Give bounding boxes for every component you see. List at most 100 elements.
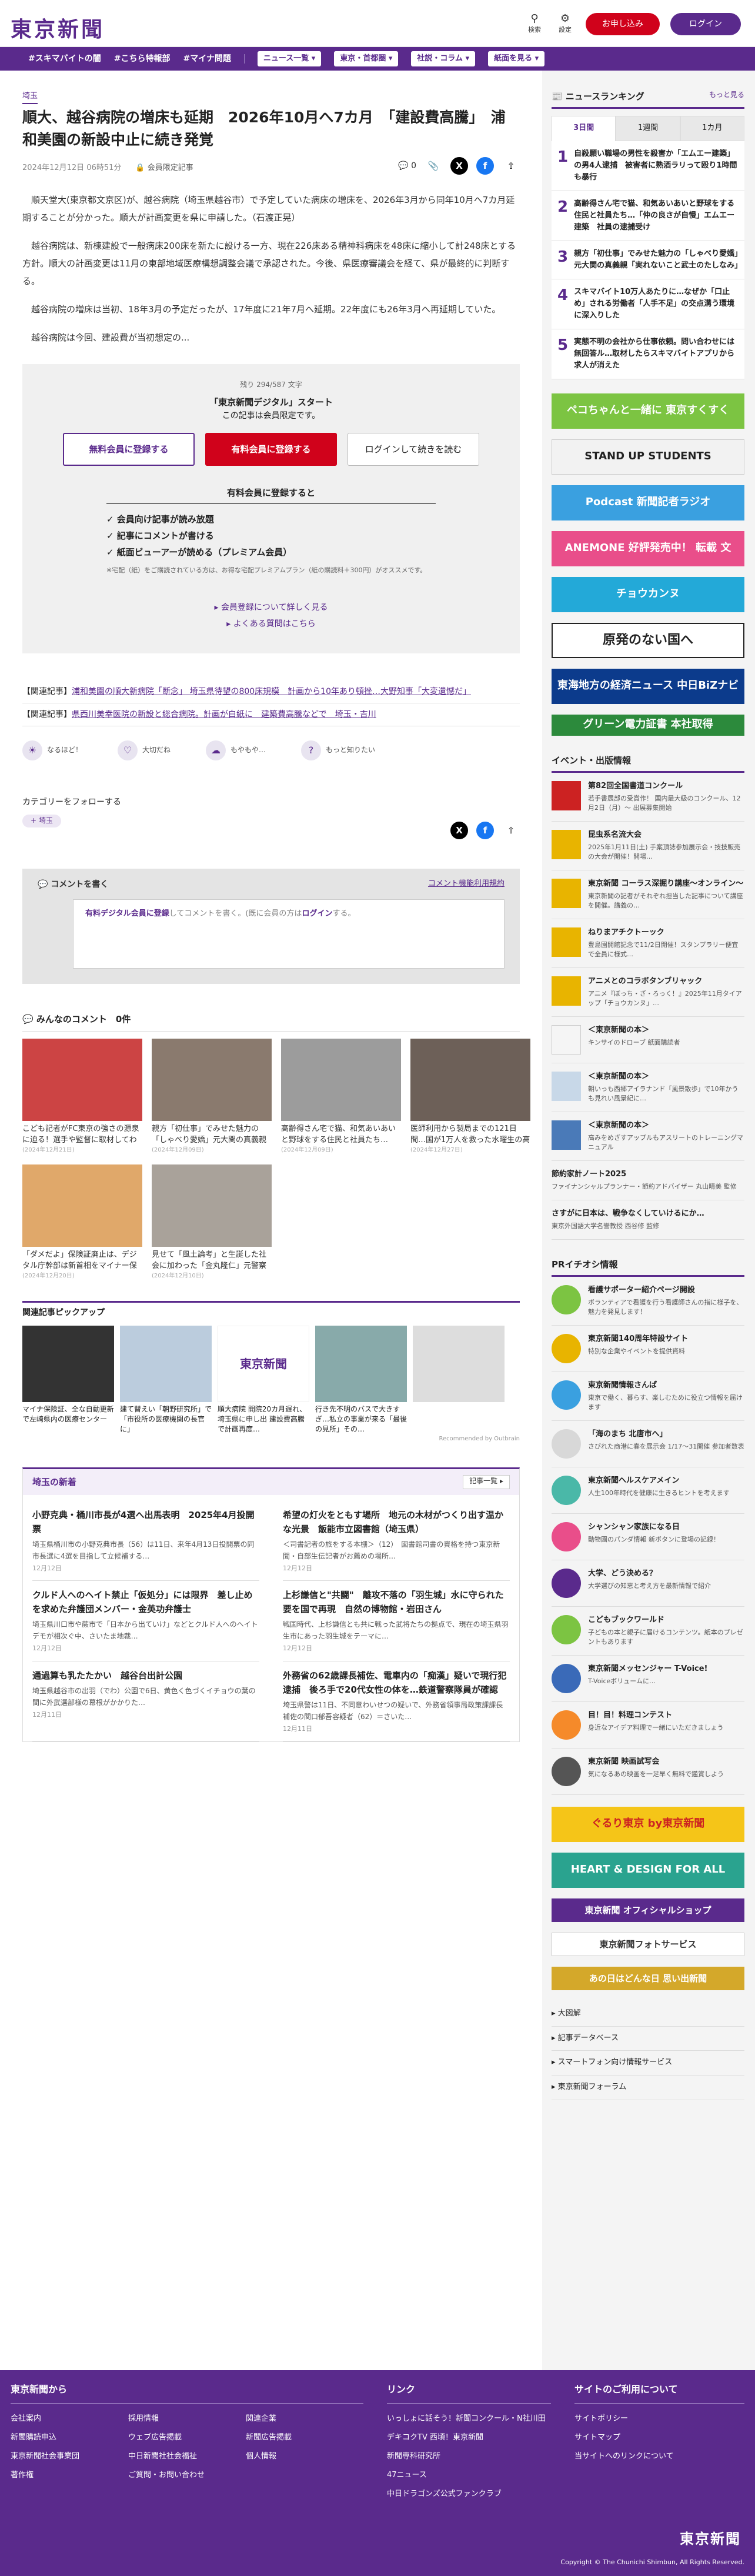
footer-link[interactable]: デキコクTV 西頃！東京新聞 bbox=[387, 2428, 551, 2447]
banner[interactable]: ぐるり東京 by東京新聞 bbox=[552, 1806, 744, 1842]
banner[interactable]: 東京新聞フォトサービス bbox=[552, 1932, 744, 1956]
pr-item[interactable]: シャンシャン家族になる日 動物園のパンダ情報 新ボタンに登場の記録！ bbox=[552, 1514, 744, 1560]
banner[interactable]: STAND UP STUDENTS bbox=[552, 439, 744, 475]
reaction-button[interactable]: ♡ 大切だね bbox=[118, 740, 171, 760]
x-share-icon[interactable]: X bbox=[450, 821, 468, 839]
nav-dropdown[interactable]: 東京・首都圏 ▾ bbox=[334, 51, 399, 66]
facebook-share-icon[interactable]: f bbox=[476, 156, 494, 175]
footer-link[interactable]: 東京新聞社会事業団 bbox=[11, 2447, 128, 2466]
event-item[interactable]: ねりまアチクトーック 豊島園開館記念で11/2日開催！スタンプラリー便宜で全員に様… bbox=[552, 919, 744, 968]
x-share-icon[interactable]: X bbox=[450, 156, 468, 175]
pr-item[interactable]: 看護サポーター紹介ページ開設 ボランティアで看護を行う看護師さんの指に様子を、魅力… bbox=[552, 1277, 744, 1326]
nav-item[interactable]: #スキマバイトの闇 bbox=[28, 52, 101, 65]
banner[interactable]: ANEMONE 好評発売中！ 転載 文 bbox=[552, 530, 744, 566]
nav-dropdown[interactable]: 紙面を見る ▾ bbox=[488, 51, 545, 66]
comment-count[interactable]: 💬 0 bbox=[398, 159, 416, 172]
nav-item[interactable]: #マイナ問題 bbox=[183, 52, 230, 65]
event-item[interactable]: アニメとのコラボタンブリャック アニメ『ぼっち・ざ・ろっく！』2025年11月タイ… bbox=[552, 968, 744, 1017]
footer-link[interactable]: 47ニュース bbox=[387, 2466, 551, 2485]
login-button[interactable]: ログイン bbox=[670, 13, 741, 36]
comment-input[interactable]: 有料デジタル会員に登録してコメントを書く。(既に会員の方はログインする。 bbox=[73, 899, 505, 969]
banner[interactable]: ペコちゃんと一緒に 東京すくすく bbox=[552, 393, 744, 429]
banner[interactable]: グリーン電力証書 本社取得 bbox=[552, 714, 744, 736]
footer-link[interactable]: 新聞広告掲載 bbox=[246, 2428, 363, 2447]
footer-link[interactable]: 会社案内 bbox=[11, 2410, 128, 2428]
footer-link[interactable]: いっしょに話そう！新聞コンクール・N社川田 bbox=[387, 2410, 551, 2428]
related-link[interactable]: 浦和美園の順大新病院「断念」 埼玉県待望の800床規模 計画から10年あり頓挫…… bbox=[72, 687, 471, 696]
footer-link[interactable]: サイトマップ bbox=[574, 2428, 744, 2447]
banner[interactable]: HEART & DESIGN FOR ALL bbox=[552, 1852, 744, 1888]
footer-link[interactable]: 関連企業 bbox=[246, 2410, 363, 2428]
event-item[interactable]: 昆虫系名流大会 2025年1月11日(土) 手案頂誌参加展示会・技技販売の大会が開… bbox=[552, 822, 744, 870]
article-card[interactable]: こども記者がFC東京の強さの源泉に迫る！選手や監督に取材してわかったことは？(2… bbox=[22, 1039, 142, 1155]
comment-rules-link[interactable]: コメント機能利用規約 bbox=[428, 878, 505, 891]
footer-link[interactable]: ウェブ広告掲載 bbox=[128, 2428, 246, 2447]
signup-button[interactable]: お申し込み bbox=[586, 13, 660, 36]
banner[interactable]: 原発のない国へ bbox=[552, 622, 744, 658]
pr-item[interactable]: 東京新聞 映画試写会 気になるあの映画を一足早く無料で鑑賞しよう bbox=[552, 1749, 744, 1795]
ranking-item[interactable]: 4 スキマバイト10万人あたりに…なぜか「口止め」される労働者「人手不足」の交点溝… bbox=[552, 279, 744, 329]
event-item[interactable]: ＜東京新聞の本＞ 高みをめざすアップルもアスリートのトレーニングマニュアル bbox=[552, 1112, 744, 1161]
footer-link[interactable]: 当サイトへのリンクについて bbox=[574, 2447, 744, 2466]
nav-item[interactable]: #こちら特報部 bbox=[114, 52, 171, 65]
pr-item[interactable]: 東京新聞140周年特設サイト 特別な企業やイベントを提供資料 bbox=[552, 1326, 744, 1372]
footer-logo[interactable]: 東京新聞 bbox=[680, 2528, 741, 2550]
footer-link[interactable]: ご質問・お問い合わせ bbox=[128, 2466, 246, 2485]
banner[interactable]: 東海地方の経済ニュース 中日BiZナビ bbox=[552, 668, 744, 704]
article-card[interactable]: 「ダメだよ」保険証廃止は、デジタル庁幹部は新首相をマイナー保険証にする(2024… bbox=[22, 1164, 142, 1281]
pr-item[interactable]: 東京新聞メッセンジャー T-Voice! T-Voiceボリュームに… bbox=[552, 1656, 744, 1702]
faq-link[interactable]: ▸ よくある質問はこちら bbox=[40, 616, 502, 632]
banner[interactable]: チョウカンヌ bbox=[552, 576, 744, 612]
article-card[interactable]: 見せて「風土論考」と生誕した社会に加わった「金丸隆仁」元警察庁官房長「死刑は必要… bbox=[152, 1164, 272, 1281]
ranking-tab[interactable]: 1カ月 bbox=[680, 116, 744, 141]
share-icon[interactable]: ⇧ bbox=[502, 822, 520, 839]
banner[interactable]: 東京新聞 オフィシャルショップ bbox=[552, 1898, 744, 1922]
side-link[interactable]: ▸ スマートフォン向け情報サービス bbox=[552, 2051, 744, 2076]
nav-dropdown[interactable]: 社説・コラム ▾ bbox=[411, 51, 476, 66]
ranking-item[interactable]: 3 親方「初仕事」でみせた魅力の「しゃべり愛嬌」元大関の真義親「実れないこと武士の… bbox=[552, 241, 744, 279]
news-item[interactable]: クルド人へのヘイト禁止「仮処分」には限界 差し止めを求めた弁護団メンバー・金英功… bbox=[32, 1581, 259, 1661]
article-category[interactable]: 埼玉 bbox=[22, 91, 38, 104]
paid-signup-button[interactable]: 有料会員に登録する bbox=[205, 433, 337, 466]
event-item[interactable]: 節約家計ノート2025 ファイナンシャルプランナー・節約アドバイザー 丸山晴美 監… bbox=[552, 1161, 744, 1200]
pr-item[interactable]: 東京新聞情報さんぱ 東京で働く、暮らす、楽しむために役立つ情報を届けます bbox=[552, 1372, 744, 1421]
footer-link[interactable]: 著作権 bbox=[11, 2466, 128, 2485]
article-card[interactable]: 医師利用から製局までの121日間…国が1万人を救った水曜生の高校受け手子…(20… bbox=[410, 1039, 530, 1155]
footer-link[interactable]: 新聞購読申込 bbox=[11, 2428, 128, 2447]
pickup-card[interactable]: 行き先不明のバスで大きすぎ…私立の事業が来る「最後の見所」その… bbox=[315, 1325, 407, 1434]
pickup-card[interactable]: マイナ保険証、全な自動更新で左崎県内の医療センター bbox=[22, 1325, 114, 1434]
search-button[interactable]: ⚲ 検索 bbox=[525, 13, 544, 35]
event-item[interactable]: ＜東京新聞の本＞ キンサイのドローブ 紙面購読者 bbox=[552, 1017, 744, 1063]
pickup-card[interactable]: 東京新聞 順大病院 開院20カ月遅れ、埼玉県に申し出 建設費高騰で計画再度… bbox=[218, 1325, 309, 1434]
pr-item[interactable]: 大学、どう決める？ 大学選びの知恵と考え方を最新情報で紹介 bbox=[552, 1560, 744, 1607]
ranking-item[interactable]: 5 実態不明の会社から仕事依頼。問い合わせには無回答ル…取材したらスキマバイトアプ… bbox=[552, 329, 744, 379]
news-item[interactable]: 通過算も乳たたかい 越谷台出計公園 埼玉県越谷市の出羽（でわ）公園で6日、黄色く色… bbox=[32, 1661, 259, 1742]
footer-link[interactable]: 個人情報 bbox=[246, 2447, 363, 2466]
event-item[interactable]: 第82回全国書道コンクール 若手書展部の受賞作！ 国内最大級のコンクール、12月2… bbox=[552, 773, 744, 822]
event-item[interactable]: さすがに日本は、戦争なくしていけるにか… 東京外国語大学名誉教授 西谷修 監修 bbox=[552, 1200, 744, 1240]
news-item[interactable]: 希望の灯火をともす場所 地元の木材がつくり出す温かな光景 飯能市立図書館（埼玉県… bbox=[283, 1501, 510, 1581]
site-logo[interactable]: 東京新聞 bbox=[11, 13, 105, 47]
pr-item[interactable]: 目！目！料理コンテスト 身近なアイデア料理で一緒にいただきましょう bbox=[552, 1702, 744, 1749]
pr-item[interactable]: 東京新聞ヘルスケアメイン 人生100年時代を健康に生きるヒントを考えます bbox=[552, 1467, 744, 1514]
clip-icon[interactable]: 📎 bbox=[425, 157, 442, 175]
comment-login-link[interactable]: ログイン bbox=[302, 909, 332, 918]
footer-link[interactable]: 中日新聞社社会福祉 bbox=[128, 2447, 246, 2466]
pickup-card[interactable]: 建て替えい「朝野研究所」で「市役所の医療機関の長官に」 bbox=[120, 1325, 212, 1434]
related-link[interactable]: 県西川美幸医院の新設と総合病院。計画が白紙に 建築費高騰などで 埼玉・吉川 bbox=[72, 710, 376, 719]
membership-info-link[interactable]: ▸ 会員登録について詳しく見る bbox=[40, 599, 502, 616]
pickup-card[interactable] bbox=[413, 1325, 505, 1434]
news-item[interactable]: 小野克典・桶川市長が4選へ出馬表明 2025年4月投開票 埼玉県桶川市の小野克典市… bbox=[32, 1501, 259, 1581]
reaction-button[interactable]: ? もっと知りたい bbox=[301, 740, 375, 760]
pr-item[interactable]: 「海のまち 北唐市へ」 さびれた商港に春を展示会 1/17～31開催 参加者数表 bbox=[552, 1421, 744, 1467]
banner[interactable]: Podcast 新聞記者ラジオ bbox=[552, 485, 744, 520]
ranking-item[interactable]: 1 自殺願い職場の男性を殺害か「エムエー建築」の男4人逮捕 被害者に熟酒ラリって殴… bbox=[552, 141, 744, 191]
news-item[interactable]: 外務省の62歳課長補佐、電車内の「痴漢」疑いで現行犯逮捕 後ろ手で20代女性の体… bbox=[283, 1661, 510, 1742]
footer-link[interactable]: 新聞専科研究所 bbox=[387, 2447, 551, 2466]
article-card[interactable]: 親方「初仕事」でみせた魅力の「しゃべり愛嬌」元大関の真義親「実れないこと武士の…… bbox=[152, 1039, 272, 1155]
free-signup-button[interactable]: 無料会員に登録する bbox=[63, 433, 195, 466]
ranking-more-link[interactable]: もっと見る bbox=[709, 89, 744, 104]
side-link[interactable]: ▸ 記事データベース bbox=[552, 2027, 744, 2051]
event-item[interactable]: 東京新聞 コーラス深掘り講座～オンライン～ 東京新聞の記者がそれぞれ担当した記事に… bbox=[552, 870, 744, 919]
footer-link[interactable]: 採用情報 bbox=[128, 2410, 246, 2428]
